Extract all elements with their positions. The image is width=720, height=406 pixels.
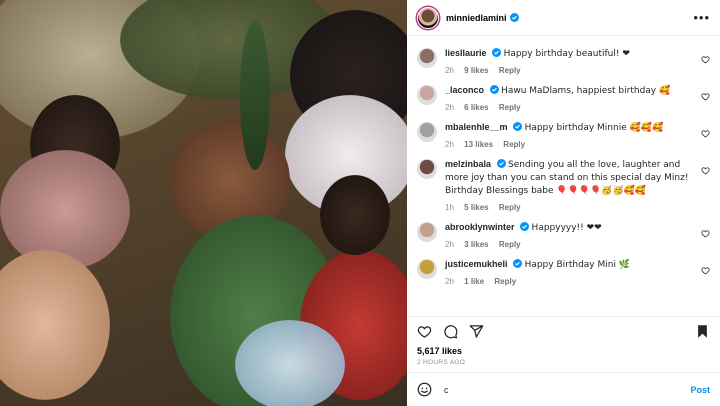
comment-message: Happy Birthday Mini 🌿 <box>524 260 631 270</box>
comment-like-icon[interactable] <box>701 92 710 101</box>
comment-likes[interactable]: 6 likes <box>464 103 488 112</box>
photo-shape <box>240 20 270 170</box>
comment-age: 2h <box>445 140 454 149</box>
comment-body: melzinbala Sending you all the love, lau… <box>445 158 710 212</box>
comment-like-icon[interactable] <box>701 229 710 238</box>
like-count[interactable]: 5,617 likes <box>407 346 720 356</box>
comment-composer: c Post <box>407 372 720 406</box>
photo-shape <box>0 150 130 270</box>
reply-button[interactable]: Reply <box>499 240 521 249</box>
commenter-avatar[interactable] <box>417 159 437 179</box>
commenter-username[interactable]: melzinbala <box>445 159 491 169</box>
commenter-avatar[interactable] <box>417 222 437 242</box>
comment-age: 1h <box>445 203 454 212</box>
comment-meta: 2h 9 likes Reply <box>445 66 694 75</box>
post-sidebar: minniedlamini ••• liesllaurie Happy birt… <box>407 0 720 406</box>
comment-body: mbalenhle__m Happy birthday Minnie 🥰🥰🥰 2… <box>445 121 710 149</box>
verified-icon <box>489 85 499 94</box>
commenter-username[interactable]: _laconco <box>445 85 484 95</box>
like-icon[interactable] <box>417 324 432 339</box>
verified-icon <box>509 13 519 22</box>
comment-age: 2h <box>445 66 454 75</box>
comment-text: mbalenhle__m Happy birthday Minnie 🥰🥰🥰 <box>445 121 694 134</box>
comment-body: liesllaurie Happy birthday beautiful! ❤ … <box>445 47 710 75</box>
verified-icon <box>520 222 530 231</box>
comment-body: _laconco Hawu MaDlams, happiest birthday… <box>445 84 710 112</box>
comment-like-icon[interactable] <box>701 166 710 175</box>
comment-text: _laconco Hawu MaDlams, happiest birthday… <box>445 84 694 97</box>
reply-button[interactable]: Reply <box>499 66 521 75</box>
comment-likes[interactable]: 5 likes <box>464 203 488 212</box>
commenter-avatar[interactable] <box>417 48 437 68</box>
comment-like-icon[interactable] <box>701 55 710 64</box>
comment-text: justicemukheli Happy Birthday Mini 🌿 <box>445 258 694 271</box>
photo-shape <box>235 320 345 406</box>
comment-likes[interactable]: 3 likes <box>464 240 488 249</box>
photo-shape <box>320 175 390 255</box>
post-photo[interactable] <box>0 0 407 406</box>
comment-message: Happy birthday Minnie 🥰🥰🥰 <box>524 123 664 133</box>
comment-meta: 1h 5 likes Reply <box>445 203 694 212</box>
comment-row: melzinbala Sending you all the love, lau… <box>407 153 720 216</box>
commenter-avatar[interactable] <box>417 259 437 279</box>
comment-age: 2h <box>445 103 454 112</box>
reply-button[interactable]: Reply <box>503 140 525 149</box>
commenter-username[interactable]: mbalenhle__m <box>445 122 508 132</box>
photo-shape <box>0 250 110 400</box>
verified-icon <box>513 259 523 268</box>
comment-likes[interactable]: 13 likes <box>464 140 493 149</box>
comment-row: _laconco Hawu MaDlams, happiest birthday… <box>407 79 720 116</box>
post-timestamp: 2 HOURS AGO <box>417 359 466 366</box>
save-icon[interactable] <box>695 324 710 339</box>
comment-body: abrooklynwinter Happyyyy!! ❤❤ 2h 3 likes… <box>445 221 710 249</box>
comment-message: Hawu MaDlams, happiest birthday 🥰 <box>501 86 671 96</box>
comment-row: abrooklynwinter Happyyyy!! ❤❤ 2h 3 likes… <box>407 216 720 253</box>
commenter-username[interactable]: liesllaurie <box>445 48 487 58</box>
comment-text: liesllaurie Happy birthday beautiful! ❤ <box>445 47 694 60</box>
comment-likes[interactable]: 1 like <box>464 277 484 286</box>
comment-like-icon[interactable] <box>701 129 710 138</box>
comment-meta: 2h 6 likes Reply <box>445 103 694 112</box>
comment-text: melzinbala Sending you all the love, lau… <box>445 158 694 197</box>
author-avatar[interactable] <box>417 6 439 29</box>
comments-list: liesllaurie Happy birthday beautiful! ❤ … <box>407 36 720 316</box>
share-icon[interactable] <box>469 324 484 339</box>
commenter-username[interactable]: abrooklynwinter <box>445 222 515 232</box>
action-bar <box>407 316 720 346</box>
comment-row: liesllaurie Happy birthday beautiful! ❤ … <box>407 42 720 79</box>
comment-message: Happyyyy!! ❤❤ <box>531 223 602 233</box>
comment-meta: 2h 3 likes Reply <box>445 240 694 249</box>
verified-icon <box>513 122 523 131</box>
post-comment-button[interactable]: Post <box>690 385 710 395</box>
commenter-avatar[interactable] <box>417 122 437 142</box>
verified-icon <box>496 159 506 168</box>
comment-input[interactable]: c <box>444 385 690 395</box>
verified-icon <box>492 48 502 57</box>
comment-likes[interactable]: 9 likes <box>464 66 488 75</box>
comment-like-icon[interactable] <box>701 266 710 275</box>
comment-icon[interactable] <box>443 324 458 339</box>
comment-message: Happy birthday beautiful! ❤ <box>503 49 630 59</box>
comment-age: 2h <box>445 277 454 286</box>
comment-row: justicemukheli Happy Birthday Mini 🌿 2h … <box>407 253 720 290</box>
comment-meta: 2h 1 like Reply <box>445 277 694 286</box>
comment-row: mbalenhle__m Happy birthday Minnie 🥰🥰🥰 2… <box>407 116 720 153</box>
post-modal: minniedlamini ••• liesllaurie Happy birt… <box>0 0 720 406</box>
reply-button[interactable]: Reply <box>499 203 521 212</box>
comment-body: justicemukheli Happy Birthday Mini 🌿 2h … <box>445 258 710 286</box>
post-header: minniedlamini ••• <box>407 0 720 36</box>
close-icon[interactable]: × <box>697 16 708 34</box>
author-username[interactable]: minniedlamini <box>446 13 507 23</box>
commenter-avatar[interactable] <box>417 85 437 105</box>
commenter-username[interactable]: justicemukheli <box>445 259 508 269</box>
comment-text: abrooklynwinter Happyyyy!! ❤❤ <box>445 221 694 234</box>
comment-age: 2h <box>445 240 454 249</box>
comment-meta: 2h 13 likes Reply <box>445 140 694 149</box>
emoji-picker-icon[interactable] <box>417 382 432 397</box>
reply-button[interactable]: Reply <box>499 103 521 112</box>
reply-button[interactable]: Reply <box>494 277 516 286</box>
